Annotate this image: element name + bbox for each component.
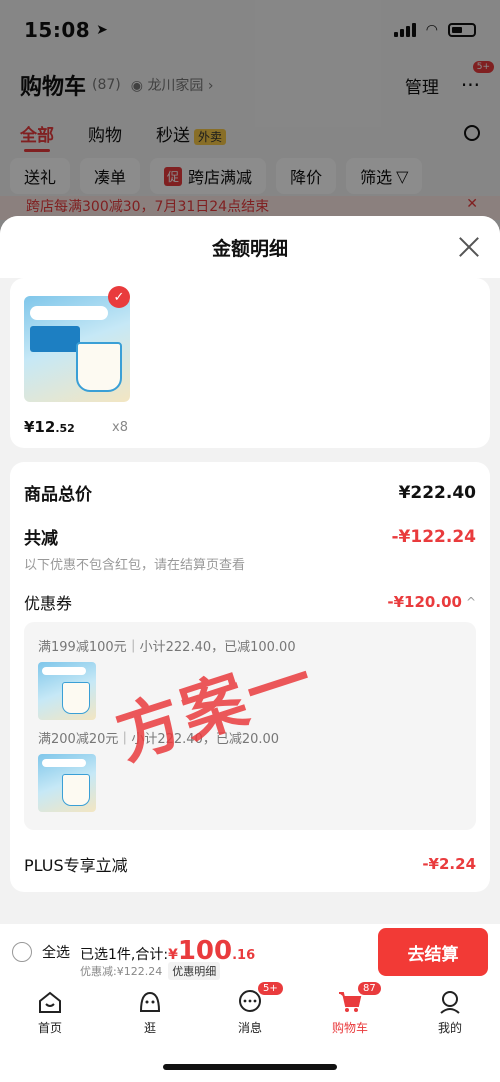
discount-amount: 优惠减:¥122.24 [80,965,163,978]
discount-detail-tag[interactable]: 优惠明细 [168,962,221,980]
tab-messages[interactable]: 消息 5+ [200,982,300,1042]
tab-messages-label: 消息 [237,1021,262,1035]
coupon-row[interactable]: 优惠券 -¥120.00 ^ [24,590,476,614]
tab-cart-label: 购物车 [331,1021,368,1035]
product-price-dec: .52 [55,422,75,435]
product-price: ¥12.52 [24,418,75,436]
reduce-label: 共减 [24,529,58,549]
bottom-tabbar: 首页 逛 消息 5+ 购物车 87 我的 [0,982,500,1042]
product-quantity: x8 [112,420,128,435]
sum-currency: ¥ [168,947,178,963]
total-row: 商品总价 ¥222.40 [24,480,476,506]
reduce-value: -¥122.24 [391,526,477,547]
tab-browse[interactable]: 逛 [100,982,200,1042]
product-image[interactable] [24,296,130,402]
messages-badge: 5+ [258,982,283,995]
product-card: ✓ ¥12.52 x8 [10,278,490,448]
close-icon[interactable] [458,236,480,258]
selected-count: 已选1件,合计: [80,947,169,963]
bottom-safe-area [0,1042,500,1082]
sheet-title: 金额明细 [211,237,288,260]
plus-row: PLUS专享立减 -¥2.24 [24,852,476,876]
coupon-value: -¥120.00 [387,593,462,611]
browse-face-icon [139,991,161,1012]
tab-profile[interactable]: 我的 [400,982,500,1042]
home-icon [39,991,61,1013]
coupon-label: 优惠券 [24,594,73,613]
plus-label: PLUS专享立减 [24,856,128,875]
sum-cents: .16 [232,948,256,963]
tab-browse-label: 逛 [143,1021,156,1035]
tab-cart[interactable]: 购物车 87 [300,982,400,1042]
select-all-label[interactable]: 全选 [42,942,70,962]
sheet-header: 金额明细 [0,216,500,278]
discount-line: 优惠减:¥122.24 优惠明细 [80,962,221,980]
chevron-up-icon: ^ [465,595,476,609]
tab-profile-label: 我的 [437,1021,462,1035]
cart-badge: 87 [358,982,381,995]
select-all-radio[interactable] [12,942,32,962]
product-price-int: ¥12 [24,418,56,436]
total-value: ¥222.40 [398,482,476,503]
checkout-bar: 全选 已选1件,合计: ¥ 100 .16 优惠减:¥122.24 优惠明细 去… [0,924,500,982]
reduce-row: 共减 -¥122.24 [24,524,477,550]
tab-home[interactable]: 首页 [0,982,100,1042]
home-indicator [163,1064,337,1070]
total-label: 商品总价 [24,485,92,505]
coupon-product-thumb-1 [38,662,96,720]
checkmark-icon: ✓ [108,286,130,308]
coupon-product-thumb-2 [38,754,96,812]
tab-home-label: 首页 [37,1021,62,1035]
plus-value: -¥2.24 [422,855,476,873]
reduce-note: 以下优惠不包含红包，请在结算页查看 [24,558,246,573]
profile-icon [440,991,460,1014]
checkout-button[interactable]: 去结算 [378,928,488,976]
